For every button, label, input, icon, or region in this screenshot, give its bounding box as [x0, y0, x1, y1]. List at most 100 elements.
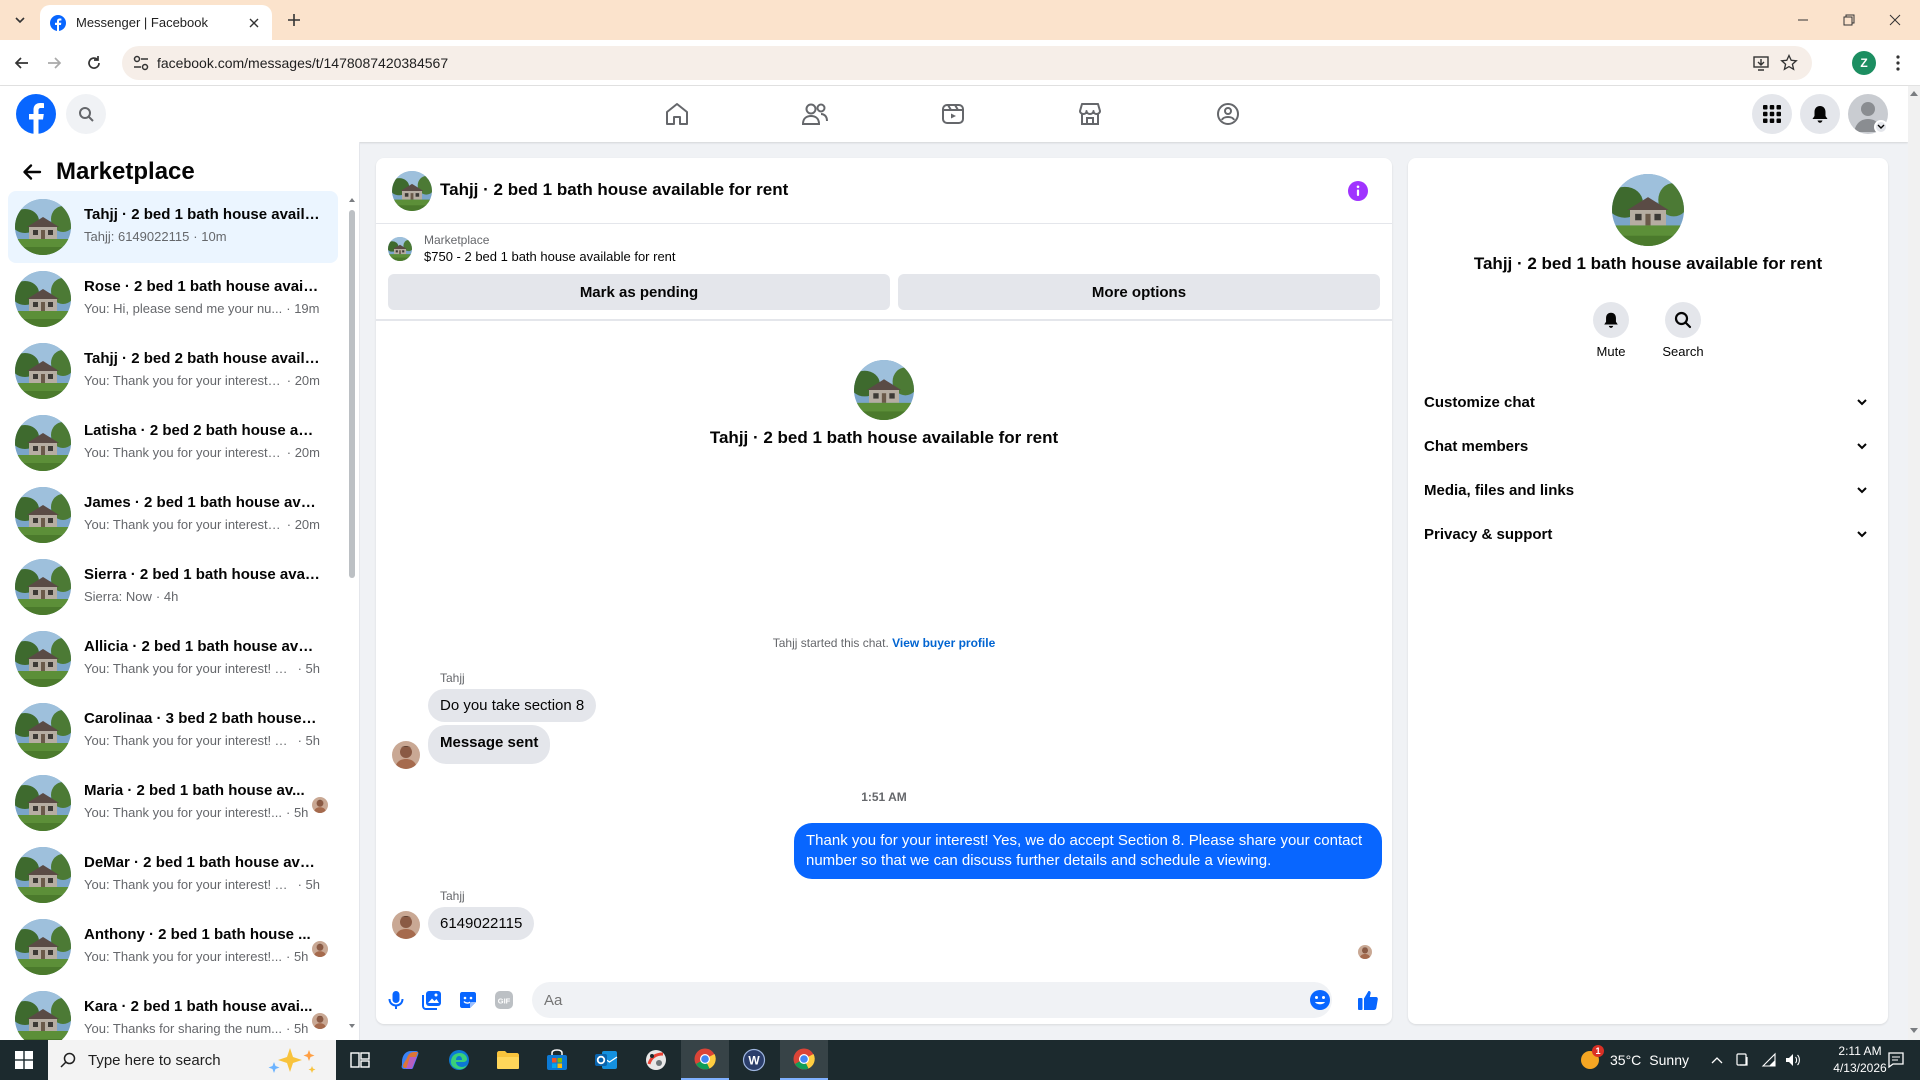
- search-icon[interactable]: [1665, 302, 1701, 338]
- message-input[interactable]: [532, 982, 1332, 1018]
- outlook-icon[interactable]: [582, 1040, 630, 1080]
- chat-title[interactable]: Tahjj · 2 bed 1 bath house available for…: [440, 180, 788, 200]
- restore-window-icon[interactable]: [1826, 0, 1872, 40]
- browser-profile-avatar[interactable]: Z: [1852, 51, 1876, 75]
- outgoing-message[interactable]: Thank you for your interest! Yes, we do …: [794, 823, 1382, 879]
- address-bar[interactable]: facebook.com/messages/t/1478087420384567: [122, 46, 1812, 80]
- listing-avatar[interactable]: [392, 171, 432, 211]
- scrollbar-thumb[interactable]: [349, 210, 355, 578]
- search-conversation-button[interactable]: Search: [1648, 302, 1718, 359]
- new-tab-icon[interactable]: [282, 8, 306, 32]
- listing-price[interactable]: $750 - 2 bed 1 bath house available for …: [424, 249, 676, 264]
- microphone-icon[interactable]: [384, 988, 408, 1012]
- conversation-item[interactable]: DeMar · 2 bed 1 bath house avai... You: T…: [8, 839, 338, 911]
- facebook-logo-icon[interactable]: [16, 94, 56, 134]
- listing-thumbnail[interactable]: [388, 237, 412, 261]
- conversation-item[interactable]: Rose · 2 bed 1 bath house availa... You: …: [8, 263, 338, 335]
- home-icon[interactable]: [621, 86, 733, 142]
- account-chevron-icon[interactable]: [1874, 120, 1888, 134]
- menu-grid-icon[interactable]: [1752, 94, 1792, 134]
- incoming-message[interactable]: Do you take section 8: [428, 689, 597, 722]
- display-icon[interactable]: [1732, 1040, 1754, 1080]
- forward-arrow-icon[interactable]: [40, 49, 68, 77]
- emoji-icon[interactable]: [1308, 988, 1332, 1012]
- snipping-tool-icon[interactable]: [632, 1040, 680, 1080]
- preview-time: · 10m: [193, 229, 227, 244]
- minimize-window-icon[interactable]: [1780, 0, 1826, 40]
- notifications-bell-icon[interactable]: [1800, 94, 1840, 134]
- gif-icon[interactable]: GIF: [492, 988, 516, 1012]
- close-tab-icon[interactable]: [246, 15, 262, 31]
- view-buyer-profile-link[interactable]: View buyer profile: [892, 636, 995, 650]
- sidebar-header: Marketplace: [0, 152, 350, 192]
- mute-button[interactable]: Mute: [1576, 302, 1646, 359]
- page-scrollbar[interactable]: [1908, 86, 1920, 1040]
- notification-center-icon[interactable]: [1878, 1040, 1914, 1080]
- conversation-item[interactable]: Sierra · 2 bed 1 bath house avail... Sier…: [8, 551, 338, 623]
- media-files-links-row[interactable]: Media, files and links: [1416, 468, 1880, 512]
- conversation-item[interactable]: Allicia · 2 bed 1 bath house avail... You…: [8, 623, 338, 695]
- chrome-icon[interactable]: [681, 1040, 729, 1080]
- browser-tab-messenger[interactable]: Messenger | Facebook: [40, 5, 272, 40]
- tab-search-dropdown-icon[interactable]: [8, 8, 32, 32]
- conversation-item[interactable]: Carolinaa · 3 bed 2 bath house a... You: …: [8, 695, 338, 767]
- thumbs-up-icon[interactable]: [1356, 988, 1380, 1012]
- install-app-icon[interactable]: [1752, 54, 1770, 72]
- edge-browser-icon[interactable]: [435, 1040, 483, 1080]
- weather-widget[interactable]: 1 35°C Sunny: [1578, 1040, 1689, 1080]
- copilot-icon[interactable]: [386, 1040, 434, 1080]
- conversation-item[interactable]: Latisha · 2 bed 2 bath house ava... You: …: [8, 407, 338, 479]
- task-view-icon[interactable]: [336, 1040, 384, 1080]
- chat-details-panel: Tahjj · 2 bed 1 bath house available for…: [1408, 158, 1888, 1024]
- bookmark-star-icon[interactable]: [1780, 54, 1798, 72]
- details-avatar[interactable]: [1612, 174, 1684, 246]
- conversation-item[interactable]: Kara · 2 bed 1 bath house avai... You: Th…: [8, 983, 338, 1040]
- preview-text: You: Thanks for sharing the num...: [84, 1021, 283, 1036]
- show-hidden-icons-chevron-icon[interactable]: [1706, 1040, 1728, 1080]
- back-arrow-icon[interactable]: [8, 49, 36, 77]
- conversation-item[interactable]: James · 2 bed 1 bath house avail... You: …: [8, 479, 338, 551]
- browser-menu-icon[interactable]: [1888, 52, 1908, 74]
- conversation-item[interactable]: Maria · 2 bed 1 bath house av... You: Tha…: [8, 767, 338, 839]
- reload-icon[interactable]: [80, 49, 108, 77]
- conversation-item[interactable]: Tahjj · 2 bed 1 bath house availa... Tahj…: [8, 191, 338, 263]
- sidebar-scrollbar[interactable]: [348, 192, 356, 1032]
- marketplace-icon[interactable]: [1034, 86, 1146, 142]
- info-icon[interactable]: [1348, 181, 1368, 201]
- customize-chat-row[interactable]: Customize chat: [1416, 380, 1880, 424]
- taskbar-search-box[interactable]: Type here to search: [48, 1040, 336, 1080]
- microsoft-store-icon[interactable]: [533, 1040, 581, 1080]
- search-highlight-sparkles-icon: [268, 1048, 316, 1073]
- sender-avatar[interactable]: [392, 911, 420, 939]
- wifi-icon[interactable]: [1758, 1040, 1780, 1080]
- search-label: Search: [1662, 344, 1704, 359]
- url-text[interactable]: facebook.com/messages/t/1478087420384567: [157, 55, 448, 71]
- conversation-item[interactable]: Tahjj · 2 bed 2 bath house availa... You:…: [8, 335, 338, 407]
- windows-start-icon[interactable]: [0, 1040, 48, 1080]
- seen-avatar: [312, 1013, 328, 1029]
- conversation-item[interactable]: Anthony · 2 bed 1 bath house ... You: Tha…: [8, 911, 338, 983]
- sender-avatar[interactable]: [392, 741, 420, 769]
- mark-as-pending-button[interactable]: Mark as pending: [388, 274, 890, 310]
- gaming-icon[interactable]: [1172, 86, 1284, 142]
- chrome-icon[interactable]: [780, 1040, 828, 1080]
- chat-members-row[interactable]: Chat members: [1416, 424, 1880, 468]
- volume-icon[interactable]: [1782, 1040, 1804, 1080]
- sticker-icon[interactable]: [456, 988, 480, 1012]
- more-options-button[interactable]: More options: [898, 274, 1380, 310]
- close-window-icon[interactable]: [1872, 0, 1918, 40]
- friends-icon[interactable]: [759, 86, 871, 142]
- incoming-message[interactable]: 6149022115: [428, 907, 535, 940]
- mute-bell-icon[interactable]: [1593, 302, 1629, 338]
- photo-icon[interactable]: [420, 988, 444, 1012]
- back-arrow-icon[interactable]: [12, 152, 52, 192]
- facebook-search-icon[interactable]: [66, 94, 106, 134]
- site-settings-icon[interactable]: [132, 54, 150, 72]
- privacy-support-row[interactable]: Privacy & support: [1416, 512, 1880, 556]
- incoming-message[interactable]: Message sent: [428, 725, 551, 764]
- conversation-name: Tahjj · 2 bed 2 bath house availa...: [84, 350, 320, 367]
- preview-text: You: Thank you for your interest!...: [84, 949, 283, 964]
- file-explorer-icon[interactable]: [484, 1040, 532, 1080]
- word-pad-icon[interactable]: W: [730, 1040, 778, 1080]
- video-icon[interactable]: [897, 86, 1009, 142]
